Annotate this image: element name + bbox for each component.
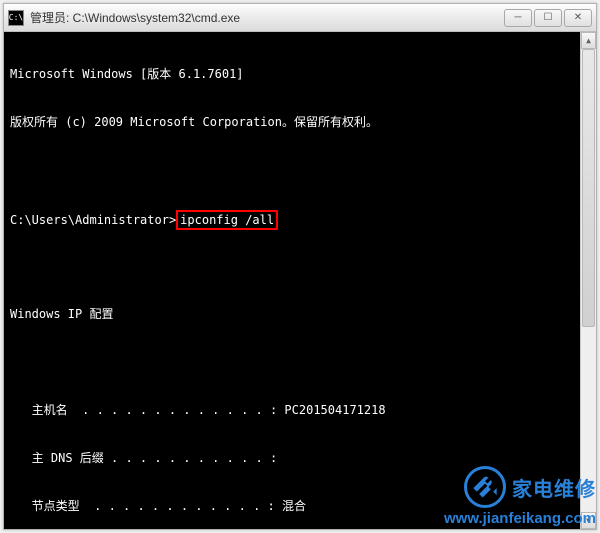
cmd-window: C:\ 管理员: C:\Windows\system32\cmd.exe ─ ☐… xyxy=(3,3,597,530)
watermark: 家电维修 www.jianfeikang.com xyxy=(444,466,596,527)
scroll-track[interactable] xyxy=(581,49,596,512)
watermark-url: www.jianfeikang.com xyxy=(444,510,596,527)
minimize-button[interactable]: ─ xyxy=(504,9,532,27)
section-heading: Windows IP 配置 xyxy=(10,306,578,322)
cmd-icon: C:\ xyxy=(8,10,24,26)
window-title: 管理员: C:\Windows\system32\cmd.exe xyxy=(30,9,504,26)
watermark-brand: 家电维修 xyxy=(512,473,596,502)
window-controls: ─ ☐ ✕ xyxy=(504,9,592,27)
terminal-area[interactable]: Microsoft Windows [版本 6.1.7601] 版权所有 (c)… xyxy=(4,32,596,529)
vertical-scrollbar[interactable]: ▲ ▼ xyxy=(580,32,596,529)
hostname-row: 主机名 . . . . . . . . . . . . . : PC201504… xyxy=(10,402,578,418)
maximize-button[interactable]: ☐ xyxy=(534,9,562,27)
close-button[interactable]: ✕ xyxy=(564,9,592,27)
wrench-screwdriver-icon xyxy=(464,466,506,508)
terminal-content: Microsoft Windows [版本 6.1.7601] 版权所有 (c)… xyxy=(10,34,578,529)
command-highlight: ipconfig /all xyxy=(176,210,278,230)
titlebar[interactable]: C:\ 管理员: C:\Windows\system32\cmd.exe ─ ☐… xyxy=(4,4,596,32)
dns-suffix-row: 主 DNS 后缀 . . . . . . . . . . . : xyxy=(10,450,578,466)
os-version-line: Microsoft Windows [版本 6.1.7601] xyxy=(10,66,578,82)
scroll-thumb[interactable] xyxy=(582,49,595,327)
copyright-line: 版权所有 (c) 2009 Microsoft Corporation。保留所有… xyxy=(10,114,578,130)
prompt-line: C:\Users\Administrator>ipconfig /all xyxy=(10,210,578,226)
scroll-up-button[interactable]: ▲ xyxy=(581,32,596,49)
